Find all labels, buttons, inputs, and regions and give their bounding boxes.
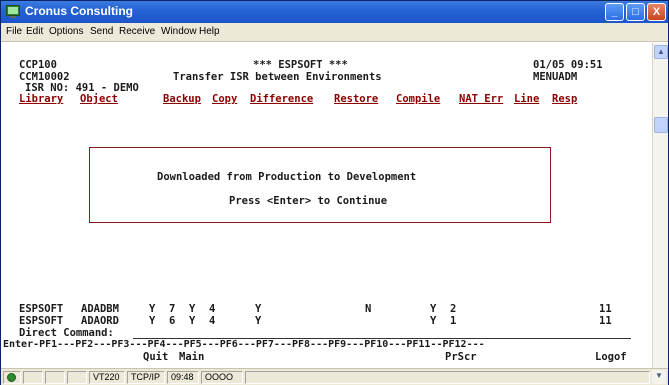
row-library: ESPSOFT [19, 315, 64, 327]
row-col7: Y [430, 315, 437, 327]
row-col2: 6 [169, 315, 176, 327]
status-cell-empty-1 [23, 371, 43, 384]
menu-receive[interactable]: Receive [119, 26, 155, 37]
status-bar: VT220 TCP/IP 09:48 OOOO ▼ [1, 368, 668, 385]
maximize-button[interactable]: □ [626, 3, 645, 21]
menu-bar: File Edit Options Send Receive Window He… [1, 23, 668, 42]
menu-window[interactable]: Window [161, 26, 197, 37]
menu-options[interactable]: Options [49, 26, 83, 37]
action-library[interactable]: Library [19, 93, 63, 105]
connection-status [3, 371, 21, 384]
pf12-logoff[interactable]: Logof [595, 351, 627, 363]
row-library: ESPSOFT [19, 303, 64, 315]
row-col2: 7 [169, 303, 176, 315]
status-cell-empty-3 [67, 371, 87, 384]
row-col9: 11 [599, 303, 612, 315]
row-col4: 4 [209, 315, 216, 327]
row-col8: 1 [450, 315, 457, 327]
action-resp[interactable]: Resp [552, 93, 577, 105]
terminal-type: VT220 [89, 371, 125, 384]
scroll-up-icon[interactable]: ▲ [654, 45, 668, 59]
dialog-prompt: Press <Enter> to Continue [229, 195, 388, 207]
row-object: ADAORD [81, 315, 119, 327]
row-col8: 2 [450, 303, 457, 315]
row-col3: Y [189, 303, 196, 315]
row-col5: Y [255, 315, 262, 327]
row-col7: Y [430, 303, 437, 315]
terminal-window: Cronus Consulting _ □ X File Edit Option… [0, 0, 669, 385]
row-object: ADADBM [81, 303, 119, 315]
terminal-screen[interactable]: CCP100 *** ESPSOFT *** 01/05 09:51 CCM10… [3, 43, 651, 368]
screen-title: Transfer ISR between Environments [173, 71, 382, 83]
pf3-quit[interactable]: Quit [143, 351, 168, 363]
dialog-message: Downloaded from Production to Developmen… [157, 171, 417, 183]
program-id: CCP100 [19, 59, 57, 71]
pf4-main[interactable]: Main [179, 351, 204, 363]
scroll-thumb[interactable] [654, 117, 668, 133]
pf9-print-screen[interactable]: PrScr [445, 351, 477, 363]
minimize-button[interactable]: _ [605, 3, 624, 21]
action-line[interactable]: Line [514, 93, 539, 105]
action-copy[interactable]: Copy [212, 93, 237, 105]
title-bar[interactable]: Cronus Consulting _ □ X [1, 1, 668, 23]
action-difference[interactable]: Difference [250, 93, 313, 105]
terminal-app-icon [6, 5, 20, 18]
status-cell-empty-2 [45, 371, 65, 384]
action-object[interactable]: Object [80, 93, 118, 105]
row-col4: 4 [209, 303, 216, 315]
row-col1: Y [149, 303, 156, 315]
banner: *** ESPSOFT *** [253, 59, 348, 71]
protocol: TCP/IP [127, 371, 165, 384]
row-col6: N [365, 303, 372, 315]
message-dialog [89, 147, 551, 223]
menu-file[interactable]: File [6, 26, 22, 37]
date-time: 01/05 09:51 [533, 59, 603, 71]
action-restore[interactable]: Restore [334, 93, 378, 105]
connected-icon [7, 373, 16, 382]
direct-command-label: Direct Command: [19, 327, 114, 339]
row-col5: Y [255, 303, 262, 315]
action-backup[interactable]: Backup [163, 93, 201, 105]
menu-send[interactable]: Send [90, 26, 113, 37]
vertical-scrollbar[interactable]: ▲ [652, 43, 668, 368]
keyboard-indicators: OOOO [201, 371, 243, 384]
scroll-down-icon[interactable]: ▼ [652, 370, 666, 384]
pf-key-line: Enter-PF1---PF2---PF3---PF4---PF5---PF6-… [3, 339, 485, 350]
row-col3: Y [189, 315, 196, 327]
status-time: 09:48 [167, 371, 199, 384]
close-button[interactable]: X [647, 3, 666, 21]
window-title: Cronus Consulting [25, 4, 133, 18]
menu-id: MENUADM [533, 71, 578, 83]
row-col9: 11 [599, 315, 612, 327]
action-compile[interactable]: Compile [396, 93, 440, 105]
menu-help[interactable]: Help [199, 26, 220, 37]
row-col1: Y [149, 315, 156, 327]
action-nat-err[interactable]: NAT Err [459, 93, 503, 105]
menu-edit[interactable]: Edit [26, 26, 43, 37]
status-cell-message [245, 371, 650, 384]
